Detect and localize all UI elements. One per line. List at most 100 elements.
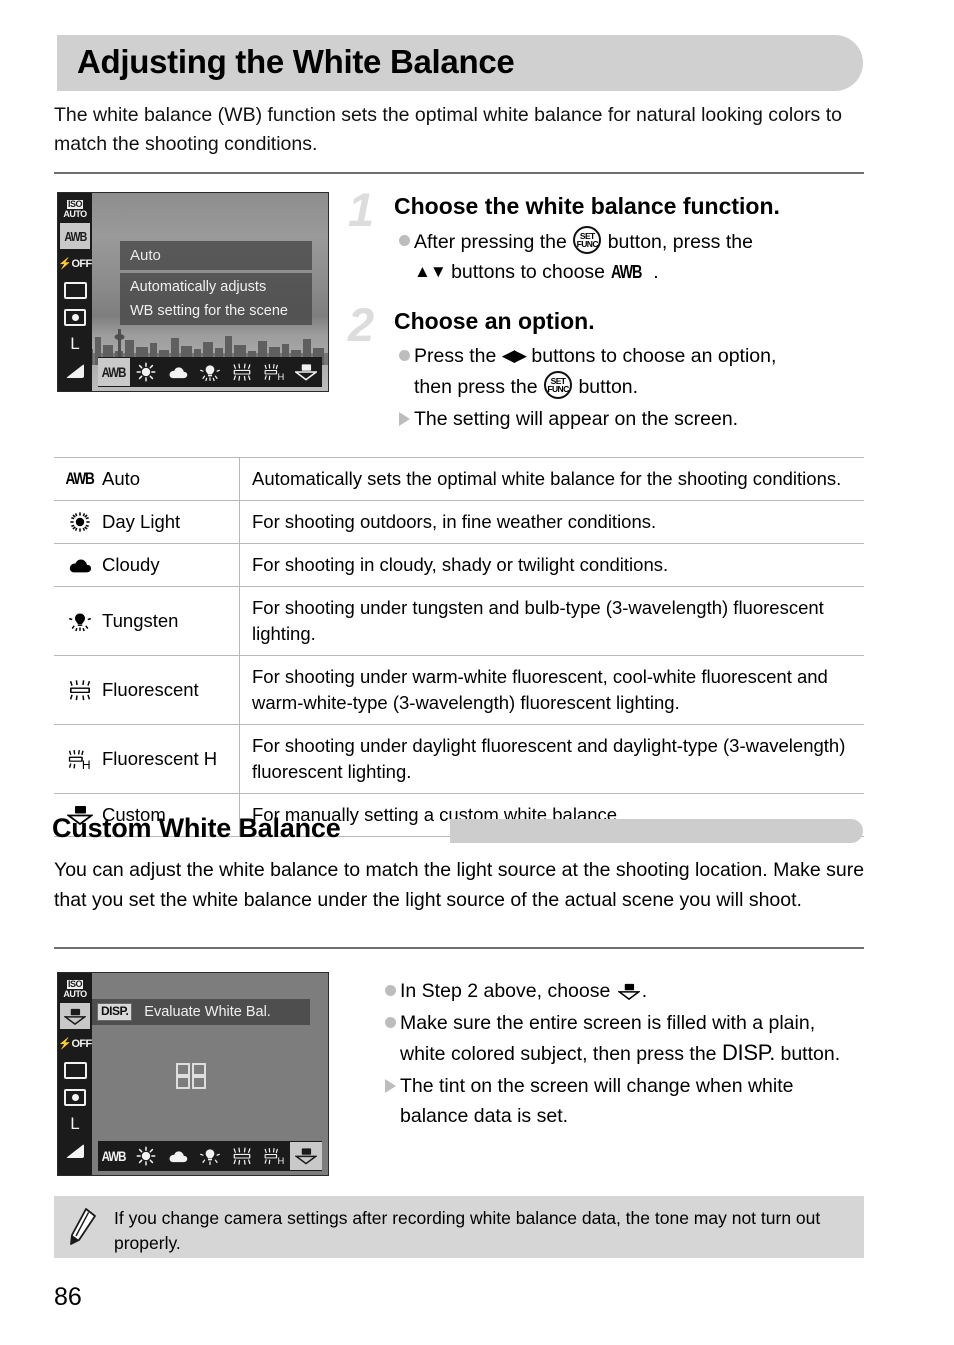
- bullet-dot-icon: [380, 976, 400, 996]
- strip-option-cloudy[interactable]: [162, 1142, 194, 1170]
- step-1-number: 1: [348, 183, 375, 236]
- bullet-text-part: button.: [578, 376, 639, 398]
- bullet-text-part: .: [653, 261, 659, 283]
- bullet-item: In Step 2 above, choose .: [380, 976, 864, 1006]
- strip-option-custom[interactable]: [290, 1142, 322, 1170]
- daylight-icon: [136, 362, 156, 382]
- strip-option-tungsten[interactable]: [194, 1142, 226, 1170]
- svg-text:H: H: [278, 1155, 285, 1166]
- strip-option-daylight[interactable]: [130, 1142, 162, 1170]
- sidebar-item-drive-mode[interactable]: [60, 277, 90, 303]
- note-box: If you change camera settings after reco…: [54, 1196, 864, 1258]
- sidebar-item-iso-auto[interactable]: ISO AUTO: [60, 196, 90, 222]
- sidebar-item-metering[interactable]: [60, 1084, 90, 1110]
- bullet-text: After pressing the FUNC SET button, press…: [414, 226, 860, 287]
- strip-option-custom[interactable]: [290, 358, 322, 386]
- sidebar-item-flash-off[interactable]: ⚡OFF: [58, 1030, 92, 1056]
- strip-option-daylight[interactable]: [130, 358, 162, 386]
- bullet-text-part: buttons to choose an option,: [531, 345, 777, 367]
- bullet-text: Make sure the entire screen is filled wi…: [400, 1008, 864, 1069]
- wb-description-line1: Automatically adjusts: [130, 279, 267, 295]
- image-size-icon: L: [70, 334, 80, 353]
- table-row: AWB Auto Automatically sets the optimal …: [54, 458, 864, 501]
- strip-option-tungsten[interactable]: [194, 358, 226, 386]
- sidebar-item-compression[interactable]: [60, 1138, 90, 1164]
- strip-option-fluorescent-h[interactable]: H: [258, 358, 290, 386]
- table-cell-name: Fluorescent: [54, 656, 240, 724]
- sidebar-item-image-size[interactable]: L: [60, 331, 90, 357]
- single-shot-icon: [63, 281, 87, 299]
- image-size-icon: L: [70, 1114, 80, 1133]
- bullet-text-part: then press the: [414, 376, 538, 398]
- evaluate-white-balance-label: Evaluate White Bal.: [144, 1004, 271, 1020]
- result-triangle-icon: [380, 1071, 400, 1093]
- bullet-text: In Step 2 above, choose .: [400, 976, 864, 1006]
- flash-off-icon: ⚡OFF: [58, 1037, 92, 1050]
- strip-option-awb[interactable]: AWB: [98, 1142, 130, 1170]
- svg-text:H: H: [278, 371, 285, 382]
- strip-option-fluorescent-h[interactable]: H: [258, 1142, 290, 1170]
- sidebar-item-flash-off[interactable]: ⚡OFF: [58, 250, 92, 276]
- up-down-buttons-icon: ▲▼: [414, 262, 447, 281]
- step-2-number: 2: [348, 298, 375, 351]
- table-row: Cloudy For shooting in cloudy, shady or …: [54, 544, 864, 587]
- table-row: H Fluorescent H For shooting under dayli…: [54, 725, 864, 794]
- table-cell-description: For shooting under tungsten and bulb-typ…: [252, 597, 824, 644]
- iso-auto-icon: ISO AUTO: [63, 198, 87, 219]
- bullet-text-part: Press the: [414, 345, 497, 367]
- table-cell-description: For shooting under warm-white fluorescen…: [252, 666, 828, 713]
- tungsten-icon: [200, 1149, 220, 1165]
- custom-wb-icon: [616, 979, 641, 1001]
- disp-button-icon: DISP.: [721, 1040, 776, 1065]
- custom-white-balance-bullets: In Step 2 above, choose . Make sure the …: [380, 976, 864, 1133]
- bullet-text-part: buttons to choose: [451, 261, 606, 283]
- custom-wb-icon: [295, 364, 317, 381]
- bullet-text: The setting will appear on the screen.: [414, 408, 739, 430]
- section-body-text: You can adjust the white balance to matc…: [54, 859, 865, 911]
- result-triangle-icon: [394, 404, 414, 426]
- screen2-sidebar: ISO AUTO ⚡OFF L: [58, 973, 92, 1175]
- sidebar-item-custom-wb[interactable]: [60, 1003, 90, 1029]
- sidebar-item-iso-auto[interactable]: ISO AUTO: [60, 976, 90, 1002]
- strip-option-cloudy[interactable]: [162, 358, 194, 386]
- daylight-icon: [58, 511, 102, 533]
- sidebar-item-compression[interactable]: [60, 358, 90, 384]
- daylight-icon: [136, 1146, 156, 1166]
- option-label: Tungsten: [102, 610, 179, 631]
- metering-icon: [64, 308, 86, 326]
- sidebar-item-drive-mode[interactable]: [60, 1057, 90, 1083]
- bullet-text-part: button, press the: [607, 231, 753, 253]
- option-label: Fluorescent H: [102, 748, 218, 769]
- af-frame-icon: [176, 1063, 206, 1089]
- awb-icon: AWB: [65, 469, 95, 488]
- table-cell-name: H Fluorescent H: [54, 725, 240, 793]
- screen1-sidebar: ISO AUTO AWB ⚡OFF L: [58, 193, 92, 391]
- strip-option-fluorescent[interactable]: [226, 1142, 258, 1170]
- table-cell-description: For shooting outdoors, in fine weather c…: [252, 511, 657, 532]
- sidebar-item-metering[interactable]: [60, 304, 90, 330]
- strip-option-fluorescent[interactable]: [226, 358, 258, 386]
- section-title-custom-white-balance: Custom White Balance: [52, 813, 341, 843]
- single-shot-icon: [63, 1061, 87, 1079]
- strip-option-awb[interactable]: AWB: [98, 358, 130, 386]
- bullet-text: Press the ◀▶ buttons to choose an option…: [414, 341, 860, 402]
- manual-page: Adjusting the White Balance The white ba…: [0, 0, 954, 1345]
- sidebar-item-awb[interactable]: AWB: [60, 223, 90, 249]
- fluorescent-h-icon: H: [264, 364, 285, 382]
- iso-auto-icon: ISO AUTO: [63, 978, 87, 999]
- section-title-bar: [450, 819, 863, 843]
- custom-wb-icon: [295, 1148, 317, 1165]
- awb-icon: AWB: [611, 262, 642, 282]
- sidebar-item-image-size[interactable]: L: [60, 1111, 90, 1137]
- bullet-item: The tint on the screen will change when …: [380, 1071, 864, 1131]
- intro-paragraph: The white balance (WB) function sets the…: [54, 104, 842, 155]
- flash-off-icon: ⚡OFF: [58, 257, 92, 270]
- note-text: If you change camera settings after reco…: [114, 1208, 821, 1253]
- fluorescent-icon: [233, 1147, 251, 1165]
- bullet-text: The tint on the screen will change when …: [400, 1075, 794, 1127]
- func-set-button-icon: FUNC SET: [544, 371, 573, 399]
- bullet-text-part: button.: [780, 1043, 841, 1065]
- compression-icon: [66, 364, 84, 378]
- page-number: 86: [54, 1283, 82, 1311]
- table-cell-description: For shooting in cloudy, shady or twiligh…: [252, 554, 669, 575]
